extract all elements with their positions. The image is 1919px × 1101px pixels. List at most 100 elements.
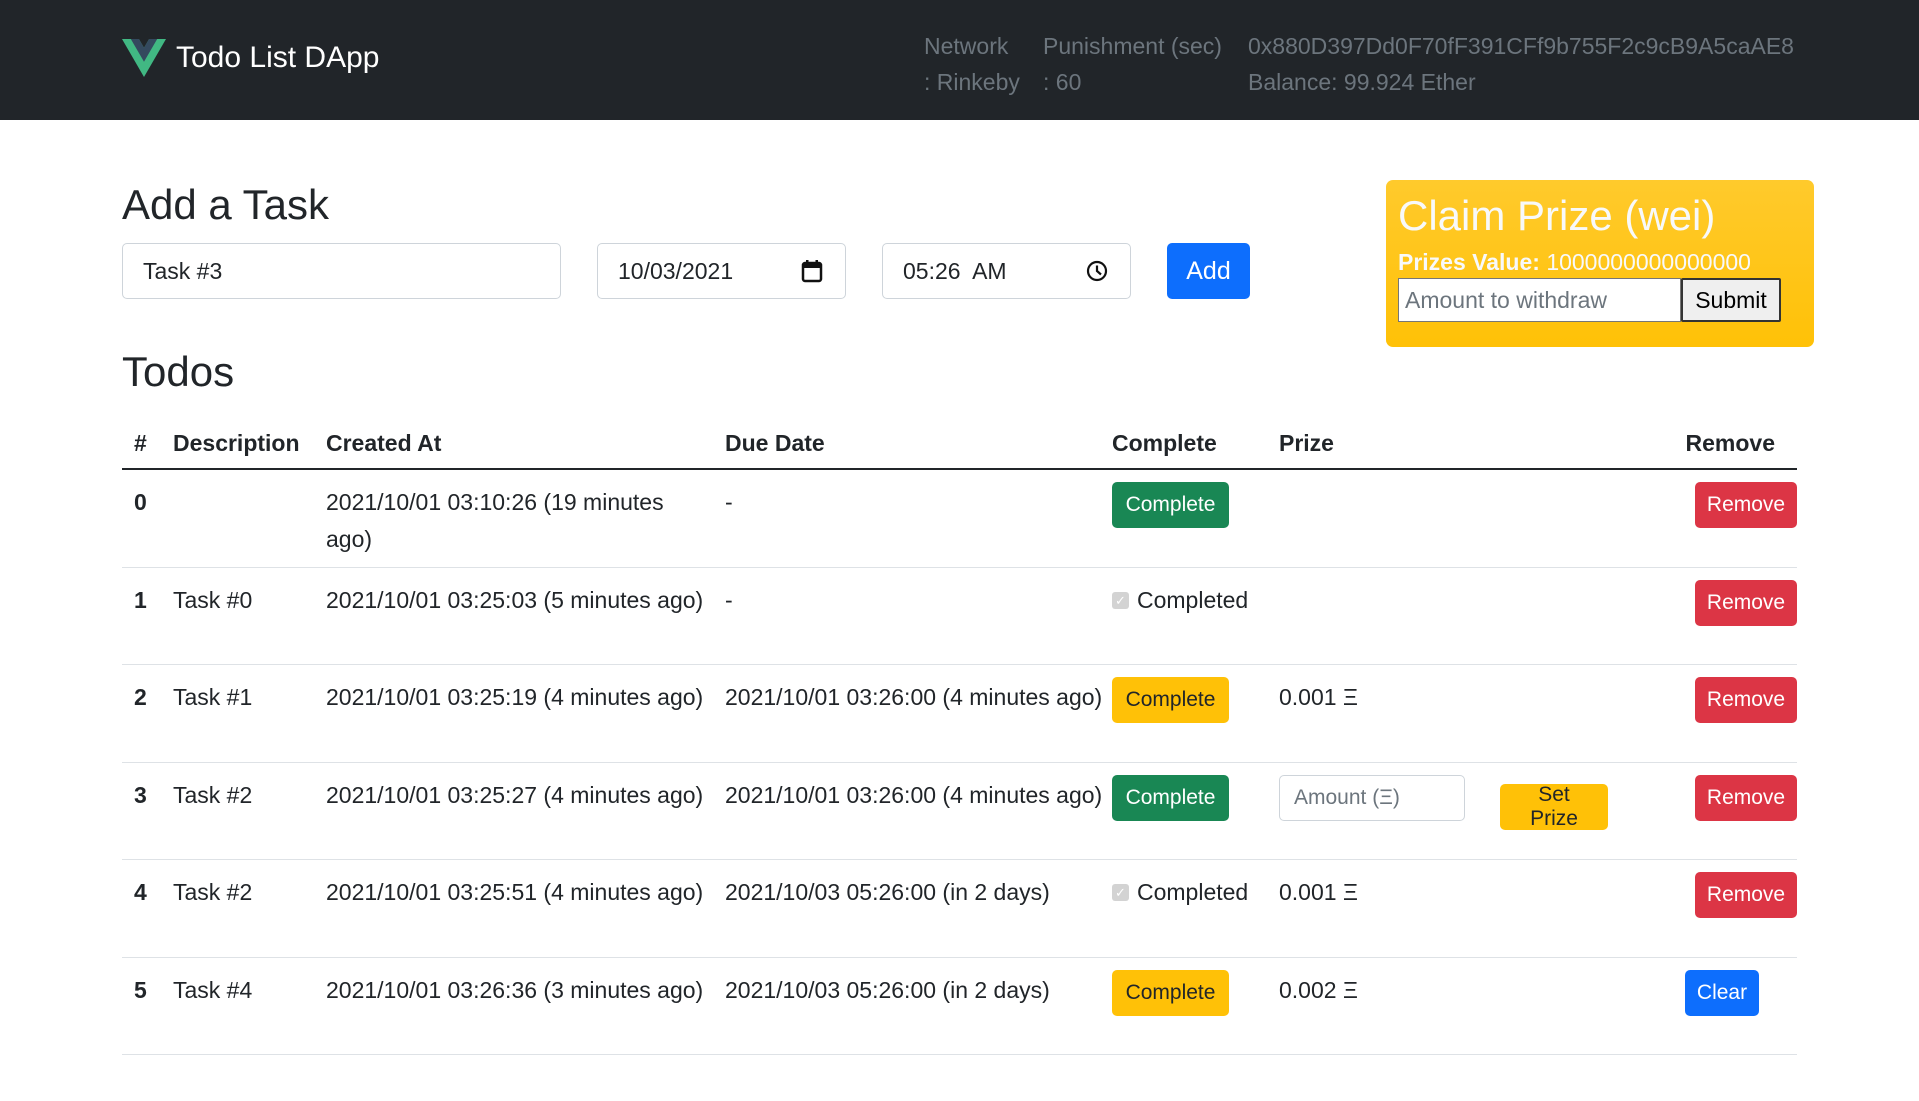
todo-prize: 0.001 Ξ [1279, 684, 1358, 710]
action-cell: Remove [1695, 579, 1797, 626]
submit-withdraw-button[interactable]: Submit [1681, 278, 1781, 323]
column-header-complete: Complete [1112, 430, 1217, 456]
completed-label: Completed [1137, 586, 1249, 613]
complete-button[interactable]: Complete [1112, 969, 1229, 1016]
todo-created-at: 2021/10/01 03:10:26 (19 minutes ago) [326, 489, 664, 552]
todo-created-at: 2021/10/01 03:25:51 (4 minutes ago) [326, 879, 704, 905]
column-header-due-date: Due Date [725, 430, 825, 456]
add-task-button[interactable]: Add [1167, 243, 1250, 299]
set-prize-button[interactable]: Set Prize [1500, 783, 1608, 830]
remove-button[interactable]: Remove [1695, 579, 1797, 626]
completed-status: ✓ Completed [1112, 874, 1248, 911]
complete-cell: Complete [1112, 482, 1229, 528]
due-time-value: 05:26 AM [903, 257, 1007, 284]
action-cell: Remove [1695, 482, 1797, 528]
action-cell: Remove [1695, 872, 1797, 918]
prizes-value-colon: : [1532, 249, 1540, 276]
punishment-label: Punishment (sec) [1043, 33, 1222, 59]
punishment-info: Punishment (sec) : 60 [1043, 28, 1222, 100]
complete-button[interactable]: Complete [1112, 774, 1229, 821]
account-address: 0x880D397Dd0F70fF391CFf9b755F2c9cB9A5caA… [1248, 33, 1794, 59]
complete-button[interactable]: Complete [1112, 677, 1229, 723]
completed-label: Completed [1137, 879, 1249, 905]
remove-button[interactable]: Remove [1695, 872, 1797, 918]
prizes-value-label: Prizes Value [1398, 249, 1533, 276]
table-row: 1 Task #0 2021/10/01 03:25:03 (5 minutes a… [122, 568, 1797, 665]
calendar-icon[interactable] [799, 258, 825, 284]
todos-heading: Todos [122, 348, 235, 395]
app-title: Todo List DApp [176, 41, 380, 74]
todo-due-date: 2021/10/01 03:26:00 (4 minutes ago) [725, 781, 1103, 808]
network-value: : Rinkeby [924, 69, 1020, 95]
due-time-input[interactable]: 05:26 AM [882, 243, 1131, 299]
action-cell: Remove [1695, 774, 1797, 821]
navbar: Todo List DApp Network : Rinkeby Punishm… [0, 0, 1919, 120]
table-header: # Description Created At Due Date Comple… [122, 420, 1797, 470]
todo-due-date: - [725, 489, 733, 515]
account-info: 0x880D397Dd0F70fF391CFf9b755F2c9cB9A5caA… [1248, 28, 1794, 100]
todo-description: Task #2 [173, 781, 253, 808]
prize-amount-input[interactable] [1279, 774, 1465, 821]
table-row: 0 2021/10/01 03:10:26 (19 minutes ago) - Co… [122, 470, 1797, 568]
due-date-input[interactable]: 10/03/2021 [597, 243, 846, 299]
brand-link[interactable]: Todo List DApp [122, 38, 379, 78]
complete-cell: Complete [1112, 677, 1229, 723]
punishment-value: : 60 [1043, 69, 1082, 95]
complete-button[interactable]: Complete [1112, 482, 1229, 528]
set-prize-cell: Set Prize [1500, 775, 1608, 830]
claim-prize-panel: Claim Prize (wei) Prizes Value: 10000000… [1386, 180, 1814, 347]
withdraw-amount-input[interactable] [1398, 278, 1681, 323]
task-description-input[interactable] [122, 243, 561, 299]
todo-prize: 0.002 Ξ [1279, 976, 1358, 1003]
todo-description: Task #4 [173, 976, 253, 1003]
claim-form: Submit [1398, 278, 1802, 323]
table-row: 5 Task #4 2021/10/01 03:26:36 (3 minutes a… [122, 958, 1797, 1055]
claim-prize-heading: Claim Prize (wei) [1398, 192, 1716, 239]
todo-description: Task #2 [173, 879, 253, 905]
todos-table: # Description Created At Due Date Comple… [122, 420, 1797, 1055]
todo-id: 2 [134, 684, 147, 710]
complete-cell: Complete [1112, 969, 1229, 1016]
action-cell: Remove [1695, 677, 1797, 723]
network-label: Network [924, 33, 1009, 59]
todo-created-at: 2021/10/01 03:25:27 (4 minutes ago) [326, 781, 704, 808]
prize-amount-cell [1279, 774, 1465, 821]
completed-checkbox[interactable]: ✓ [1112, 884, 1129, 901]
completed-status: ✓ Completed [1112, 582, 1248, 619]
column-header-number: # [134, 430, 147, 456]
clock-icon[interactable] [1084, 258, 1110, 284]
due-date-value: 10/03/2021 [618, 257, 734, 284]
remove-button[interactable]: Remove [1695, 677, 1797, 723]
column-header-description: Description [173, 430, 300, 456]
network-info: Network : Rinkeby [924, 28, 1020, 100]
todo-description: Task #0 [173, 586, 253, 613]
todo-created-at: 2021/10/01 03:25:19 (4 minutes ago) [326, 684, 704, 710]
todo-prize: 0.001 Ξ [1279, 879, 1358, 905]
todo-created-at: 2021/10/01 03:25:03 (5 minutes ago) [326, 586, 704, 613]
add-task-heading: Add a Task [122, 181, 330, 228]
table-row: 3 Task #2 2021/10/01 03:25:27 (4 minutes a… [122, 763, 1797, 860]
table-body: 0 2021/10/01 03:10:26 (19 minutes ago) - Co… [122, 470, 1797, 1055]
completed-checkbox[interactable]: ✓ [1112, 591, 1129, 609]
remove-button[interactable]: Remove [1695, 482, 1797, 528]
remove-button[interactable]: Remove [1695, 774, 1797, 821]
todo-due-date: 2021/10/01 03:26:00 (4 minutes ago) [725, 684, 1103, 710]
action-cell: Clear [1685, 969, 1797, 1016]
prizes-value: Prizes Value: 1000000000000000 [1398, 248, 1802, 276]
todo-due-date: - [725, 586, 733, 613]
todo-description: Task #1 [173, 684, 253, 710]
task-description-field[interactable] [143, 257, 540, 285]
column-header-created-at: Created At [326, 430, 442, 456]
complete-cell: Complete [1112, 774, 1229, 821]
todo-due-date: 2021/10/03 05:26:00 (in 2 days) [725, 879, 1050, 905]
todo-due-date: 2021/10/03 05:26:00 (in 2 days) [725, 976, 1050, 1003]
account-balance: Balance: 99.924 Ether [1248, 69, 1476, 95]
todo-id: 5 [134, 976, 147, 1003]
todo-created-at: 2021/10/01 03:26:36 (3 minutes ago) [326, 976, 704, 1003]
vue-logo-icon [122, 38, 166, 78]
todo-id: 1 [134, 586, 147, 613]
column-header-remove: Remove [1685, 430, 1775, 456]
table-row: 4 Task #2 2021/10/01 03:25:51 (4 minutes a… [122, 860, 1797, 958]
clear-button[interactable]: Clear [1685, 969, 1759, 1016]
column-header-prize: Prize [1279, 430, 1334, 456]
